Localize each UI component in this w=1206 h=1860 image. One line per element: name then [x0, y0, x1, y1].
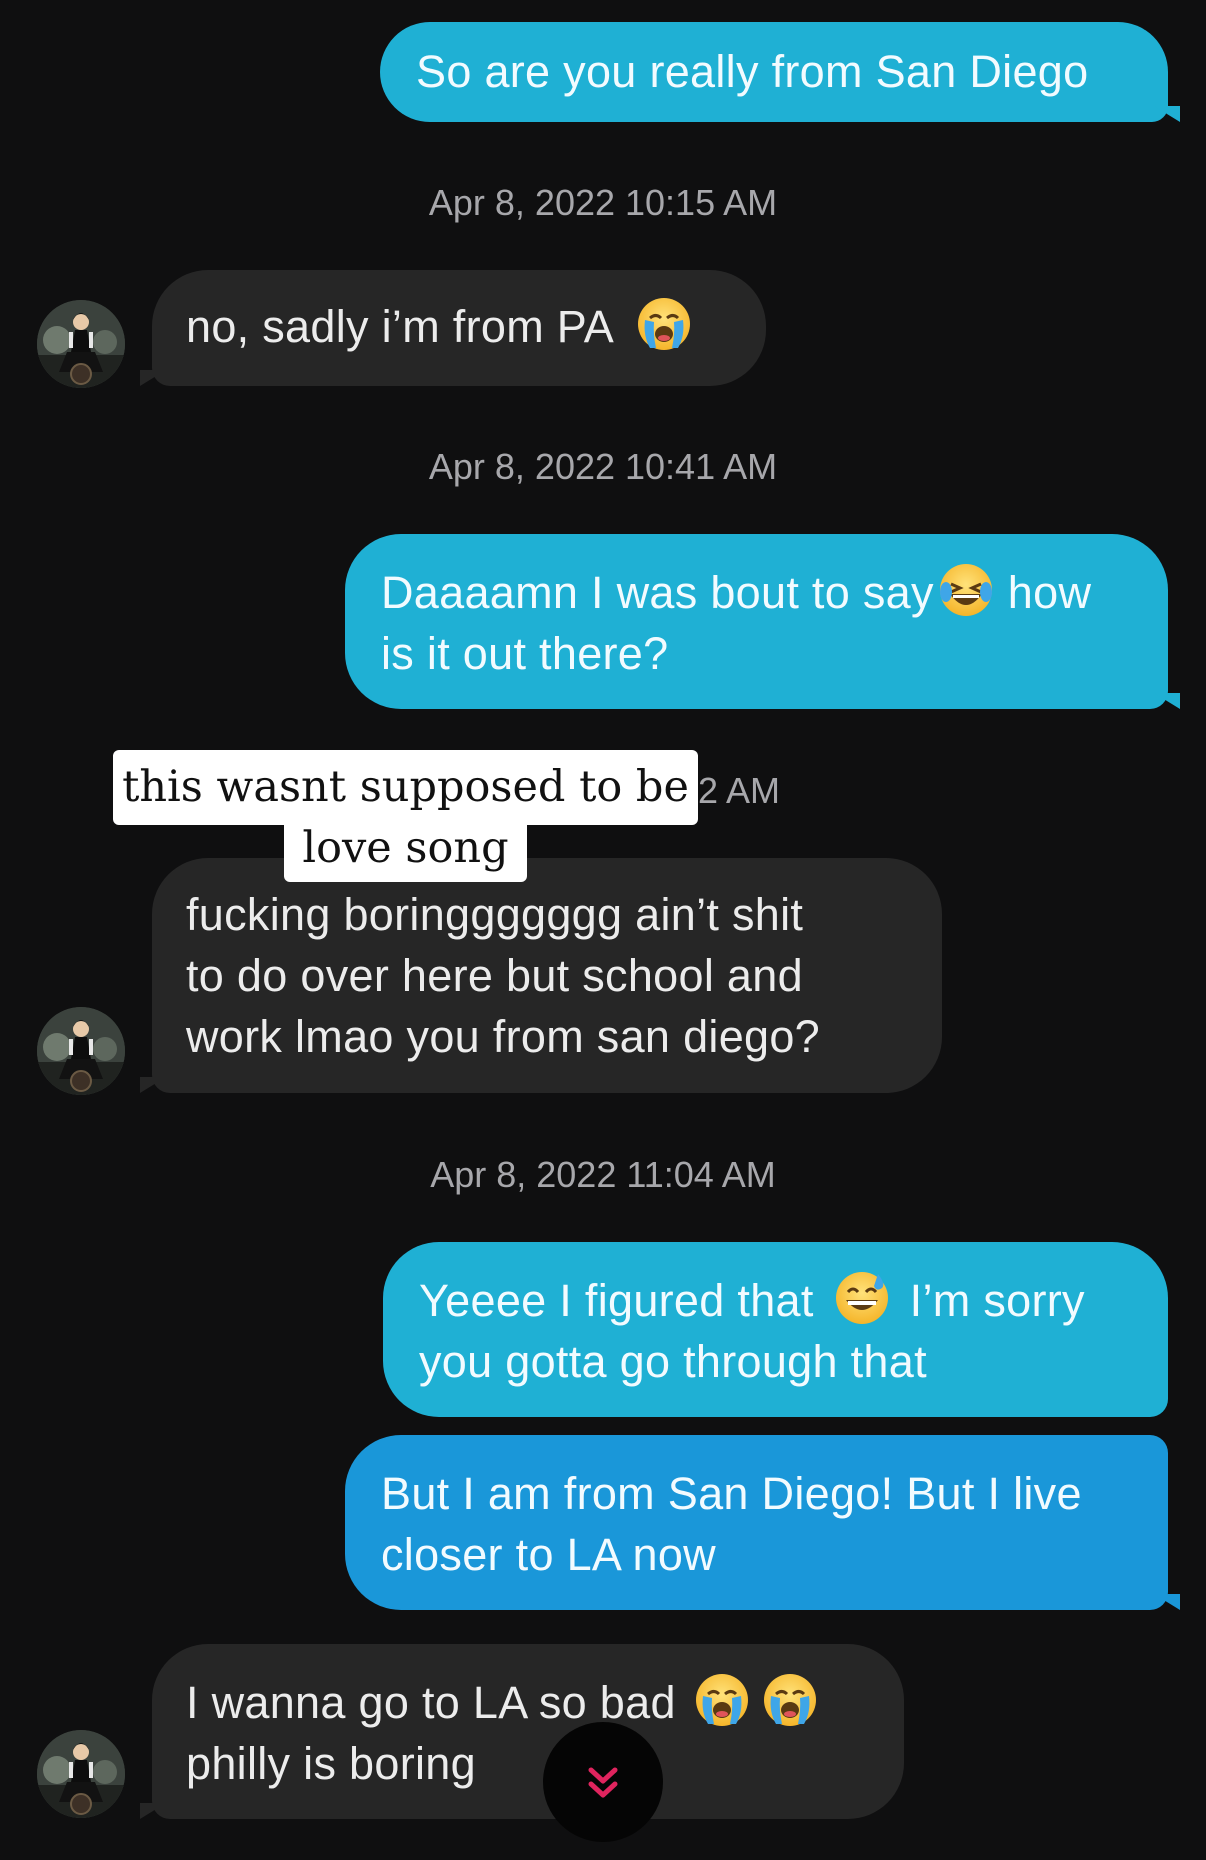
avatar[interactable]	[37, 300, 125, 388]
face-with-tears-of-joy-emoji-icon	[938, 562, 994, 618]
message-text: how	[1007, 567, 1092, 618]
message-incoming-1[interactable]: no, sadly i’m from PA	[152, 270, 766, 386]
message-text: is it out there?	[381, 628, 669, 679]
avatar-image	[37, 300, 125, 388]
bubble-tail	[1154, 693, 1180, 709]
timestamp-partial: 2 AM	[698, 770, 781, 811]
message-outgoing-4[interactable]: But I am from San Diego! But I live clos…	[345, 1435, 1168, 1610]
loudly-crying-face-emoji-icon	[762, 1672, 818, 1728]
message-outgoing-1[interactable]: So are you really from San Diego	[380, 22, 1168, 122]
scroll-to-bottom-button[interactable]	[543, 1722, 663, 1842]
bubble-tail	[140, 370, 166, 386]
loudly-crying-face-emoji-icon	[636, 296, 692, 352]
grinning-face-with-sweat-emoji-icon	[834, 1270, 890, 1326]
message-text: closer to LA now	[381, 1529, 716, 1580]
message-incoming-3[interactable]: I wanna go to LA so bad philly is boring	[152, 1644, 904, 1819]
message-outgoing-3[interactable]: Yeeee I figured that I’m sorry you gotta …	[383, 1242, 1168, 1417]
message-text: to do over here but school and	[186, 950, 803, 1001]
double-chevron-down-icon	[588, 1767, 618, 1798]
bubble-tail	[140, 1077, 166, 1093]
timestamp: Apr 8, 2022 11:04 AM	[430, 1154, 776, 1195]
message-incoming-2[interactable]: fucking boringgggggg ain’t shit to do ov…	[152, 858, 942, 1093]
message-text: fucking boringgggggg ain’t shit	[186, 889, 804, 940]
avatar-image	[37, 1730, 125, 1818]
timestamp: Apr 8, 2022 10:15 AM	[428, 182, 778, 223]
avatar-image	[37, 1007, 125, 1095]
message-text: So are you really from San Diego	[416, 46, 1089, 97]
bubble-tail	[1154, 1594, 1180, 1610]
bubble-tail	[140, 1803, 166, 1819]
message-text: you gotta go through that	[419, 1336, 927, 1387]
message-text: I wanna go to LA so bad	[186, 1677, 676, 1728]
message-text: But I am from San Diego! But I live	[381, 1468, 1082, 1519]
message-outgoing-2[interactable]: Daaaamn I was bout to say how is it out t…	[345, 534, 1168, 709]
timestamp: Apr 8, 2022 10:41 AM	[428, 446, 778, 487]
message-text: I’m sorry	[909, 1275, 1085, 1326]
loudly-crying-face-emoji-icon	[694, 1672, 750, 1728]
message-text: work lmao you from san diego?	[186, 1011, 820, 1062]
message-line: Daaaamn I was bout to say how	[381, 562, 1168, 623]
message-line: Yeeee I figured that I’m sorry	[419, 1270, 1168, 1331]
text-sticker-line1[interactable]: this wasnt supposed to be a	[113, 750, 698, 887]
message-text: Daaaamn I was bout to say	[381, 567, 934, 618]
message-text: no, sadly i’m from PA	[186, 301, 612, 352]
text-sticker-line2[interactable]: love song	[284, 820, 527, 882]
bubble-tail	[1154, 106, 1180, 122]
avatar[interactable]	[37, 1730, 125, 1818]
avatar[interactable]	[37, 1007, 125, 1095]
message-text: Yeeee I figured that	[419, 1275, 814, 1326]
